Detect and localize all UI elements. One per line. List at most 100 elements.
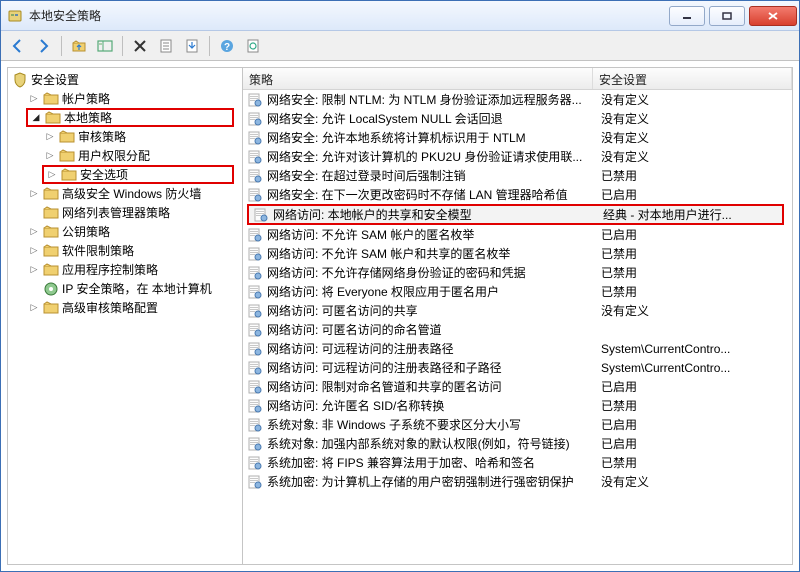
policy-name: 网络访问: 可远程访问的注册表路径和子路径 bbox=[267, 359, 597, 376]
collapse-icon[interactable]: ◢ bbox=[30, 112, 42, 124]
tree-item-security-options[interactable]: ▷ 安全选项 bbox=[42, 165, 234, 184]
list-row[interactable]: 网络访问: 将 Everyone 权限应用于匿名用户已禁用 bbox=[243, 282, 792, 301]
folder-icon bbox=[43, 243, 59, 259]
policy-name: 网络安全: 允许本地系统将计算机标识用于 NTLM bbox=[267, 129, 597, 146]
list-row[interactable]: 网络访问: 限制对命名管道和共享的匿名访问已启用 bbox=[243, 377, 792, 396]
list-row[interactable]: 网络访问: 允许匿名 SID/名称转换已禁用 bbox=[243, 396, 792, 415]
tree-item-appctrl[interactable]: ▷ 应用程序控制策略 bbox=[26, 260, 242, 279]
tree: 安全设置 ▷ 帐户策略 bbox=[8, 70, 242, 317]
policy-setting: System\CurrentContro... bbox=[597, 361, 788, 375]
list-row[interactable]: 网络访问: 不允许 SAM 帐户的匿名枚举已启用 bbox=[243, 225, 792, 244]
policy-setting: System\CurrentContro... bbox=[597, 342, 788, 356]
expand-icon[interactable]: ▷ bbox=[44, 150, 56, 162]
titlebar[interactable]: 本地安全策略 bbox=[1, 1, 799, 31]
window-controls bbox=[667, 6, 799, 26]
list-row[interactable]: 网络访问: 本地帐户的共享和安全模型经典 - 对本地用户进行... bbox=[247, 204, 784, 225]
expand-icon[interactable]: ▷ bbox=[28, 264, 40, 276]
tree-label: 公钥策略 bbox=[62, 223, 110, 240]
policy-item-icon bbox=[247, 187, 263, 203]
window-title: 本地安全策略 bbox=[29, 7, 667, 24]
policy-setting: 已禁用 bbox=[597, 245, 788, 262]
tree-item-advaudit[interactable]: ▷ 高级审核策略配置 bbox=[26, 298, 242, 317]
expand-icon[interactable]: ▷ bbox=[28, 245, 40, 257]
refresh-button[interactable] bbox=[241, 34, 265, 58]
policy-setting: 已启用 bbox=[597, 226, 788, 243]
policy-item-icon bbox=[253, 207, 269, 223]
list-row[interactable]: 网络安全: 在下一次更改密码时不存储 LAN 管理器哈希值已启用 bbox=[243, 185, 792, 204]
tree-item-local-policies[interactable]: ◢ 本地策略 bbox=[26, 108, 234, 127]
list-body[interactable]: 网络安全: 限制 NTLM: 为 NTLM 身份验证添加远程服务器...没有定义… bbox=[243, 90, 792, 564]
expand-icon[interactable]: ▷ bbox=[28, 302, 40, 314]
svg-text:?: ? bbox=[224, 42, 230, 53]
list-row[interactable]: 网络安全: 允许 LocalSystem NULL 会话回退没有定义 bbox=[243, 109, 792, 128]
list-row[interactable]: 网络访问: 可匿名访问的命名管道 bbox=[243, 320, 792, 339]
toolbar-separator bbox=[209, 36, 210, 56]
list-row[interactable]: 系统加密: 将 FIPS 兼容算法用于加密、哈希和签名已禁用 bbox=[243, 453, 792, 472]
tree-pane[interactable]: 安全设置 ▷ 帐户策略 bbox=[8, 68, 243, 564]
export-button[interactable] bbox=[180, 34, 204, 58]
tree-label: 软件限制策略 bbox=[62, 242, 134, 259]
policy-name: 网络安全: 允许 LocalSystem NULL 会话回退 bbox=[267, 110, 597, 127]
policy-item-icon bbox=[247, 474, 263, 490]
tree-item-firewall[interactable]: ▷ 高级安全 Windows 防火墙 bbox=[26, 184, 242, 203]
policy-item-icon bbox=[247, 303, 263, 319]
expand-icon[interactable]: ▷ bbox=[46, 169, 58, 181]
expand-icon[interactable]: ▷ bbox=[44, 131, 56, 143]
expand-icon[interactable]: ▷ bbox=[28, 188, 40, 200]
tree-item-restrict[interactable]: ▷ 软件限制策略 bbox=[26, 241, 242, 260]
tree-label: 审核策略 bbox=[78, 128, 126, 145]
list-row[interactable]: 网络安全: 允许对该计算机的 PKU2U 身份验证请求使用联...没有定义 bbox=[243, 147, 792, 166]
policy-item-icon bbox=[247, 284, 263, 300]
delete-button[interactable] bbox=[128, 34, 152, 58]
forward-button[interactable] bbox=[32, 34, 56, 58]
list-row[interactable]: 网络访问: 不允许存储网络身份验证的密码和凭据已禁用 bbox=[243, 263, 792, 282]
expand-icon[interactable]: ▷ bbox=[28, 93, 40, 105]
tree-item-netlist[interactable]: 网络列表管理器策略 bbox=[26, 203, 242, 222]
tree-item-audit[interactable]: ▷ 审核策略 bbox=[42, 127, 242, 146]
list-row[interactable]: 网络访问: 不允许 SAM 帐户和共享的匿名枚举已禁用 bbox=[243, 244, 792, 263]
tree-label: 本地策略 bbox=[64, 109, 112, 126]
back-button[interactable] bbox=[6, 34, 30, 58]
list-row[interactable]: 网络访问: 可远程访问的注册表路径System\CurrentContro... bbox=[243, 339, 792, 358]
policy-item-icon bbox=[247, 111, 263, 127]
column-header-policy[interactable]: 策略 bbox=[243, 68, 593, 89]
maximize-button[interactable] bbox=[709, 6, 745, 26]
show-hide-tree-button[interactable] bbox=[93, 34, 117, 58]
folder-icon bbox=[43, 186, 59, 202]
tree-item-ipsec[interactable]: IP 安全策略，在 本地计算机 bbox=[26, 279, 242, 298]
column-header-setting[interactable]: 安全设置 bbox=[593, 68, 792, 89]
list-row[interactable]: 系统对象: 加强内部系统对象的默认权限(例如，符号链接)已启用 bbox=[243, 434, 792, 453]
policy-setting: 已禁用 bbox=[597, 454, 788, 471]
properties-button[interactable] bbox=[154, 34, 178, 58]
folder-icon bbox=[43, 300, 59, 316]
policy-name: 网络访问: 可匿名访问的共享 bbox=[267, 302, 597, 319]
tree-label: 应用程序控制策略 bbox=[62, 261, 158, 278]
policy-item-icon bbox=[247, 227, 263, 243]
policy-name: 网络访问: 将 Everyone 权限应用于匿名用户 bbox=[267, 283, 597, 300]
list-row[interactable]: 网络访问: 可匿名访问的共享没有定义 bbox=[243, 301, 792, 320]
folder-icon bbox=[43, 224, 59, 240]
help-button[interactable]: ? bbox=[215, 34, 239, 58]
tree-root[interactable]: 安全设置 bbox=[10, 70, 242, 89]
list-row[interactable]: 系统加密: 为计算机上存储的用户密钥强制进行强密钥保护没有定义 bbox=[243, 472, 792, 491]
policy-item-icon bbox=[247, 436, 263, 452]
tree-item-accounts[interactable]: ▷ 帐户策略 bbox=[26, 89, 242, 108]
list-row[interactable]: 网络访问: 可远程访问的注册表路径和子路径System\CurrentContr… bbox=[243, 358, 792, 377]
list-row[interactable]: 网络安全: 在超过登录时间后强制注销已禁用 bbox=[243, 166, 792, 185]
tree-item-rights[interactable]: ▷ 用户权限分配 bbox=[42, 146, 242, 165]
minimize-button[interactable] bbox=[669, 6, 705, 26]
policy-item-icon bbox=[247, 398, 263, 414]
close-button[interactable] bbox=[749, 6, 797, 26]
policy-setting: 已禁用 bbox=[597, 283, 788, 300]
expand-icon[interactable]: ▷ bbox=[28, 226, 40, 238]
window: 本地安全策略 ? 安全设置 bbox=[0, 0, 800, 572]
list-header: 策略 安全设置 bbox=[243, 68, 792, 90]
list-row[interactable]: 网络安全: 限制 NTLM: 为 NTLM 身份验证添加远程服务器...没有定义 bbox=[243, 90, 792, 109]
list-row[interactable]: 系统对象: 非 Windows 子系统不要求区分大小写已启用 bbox=[243, 415, 792, 434]
policy-setting: 已启用 bbox=[597, 378, 788, 395]
policy-item-icon bbox=[247, 455, 263, 471]
tree-item-pubkey[interactable]: ▷ 公钥策略 bbox=[26, 222, 242, 241]
up-folder-button[interactable] bbox=[67, 34, 91, 58]
list-row[interactable]: 网络安全: 允许本地系统将计算机标识用于 NTLM没有定义 bbox=[243, 128, 792, 147]
policy-name: 网络安全: 允许对该计算机的 PKU2U 身份验证请求使用联... bbox=[267, 148, 597, 165]
